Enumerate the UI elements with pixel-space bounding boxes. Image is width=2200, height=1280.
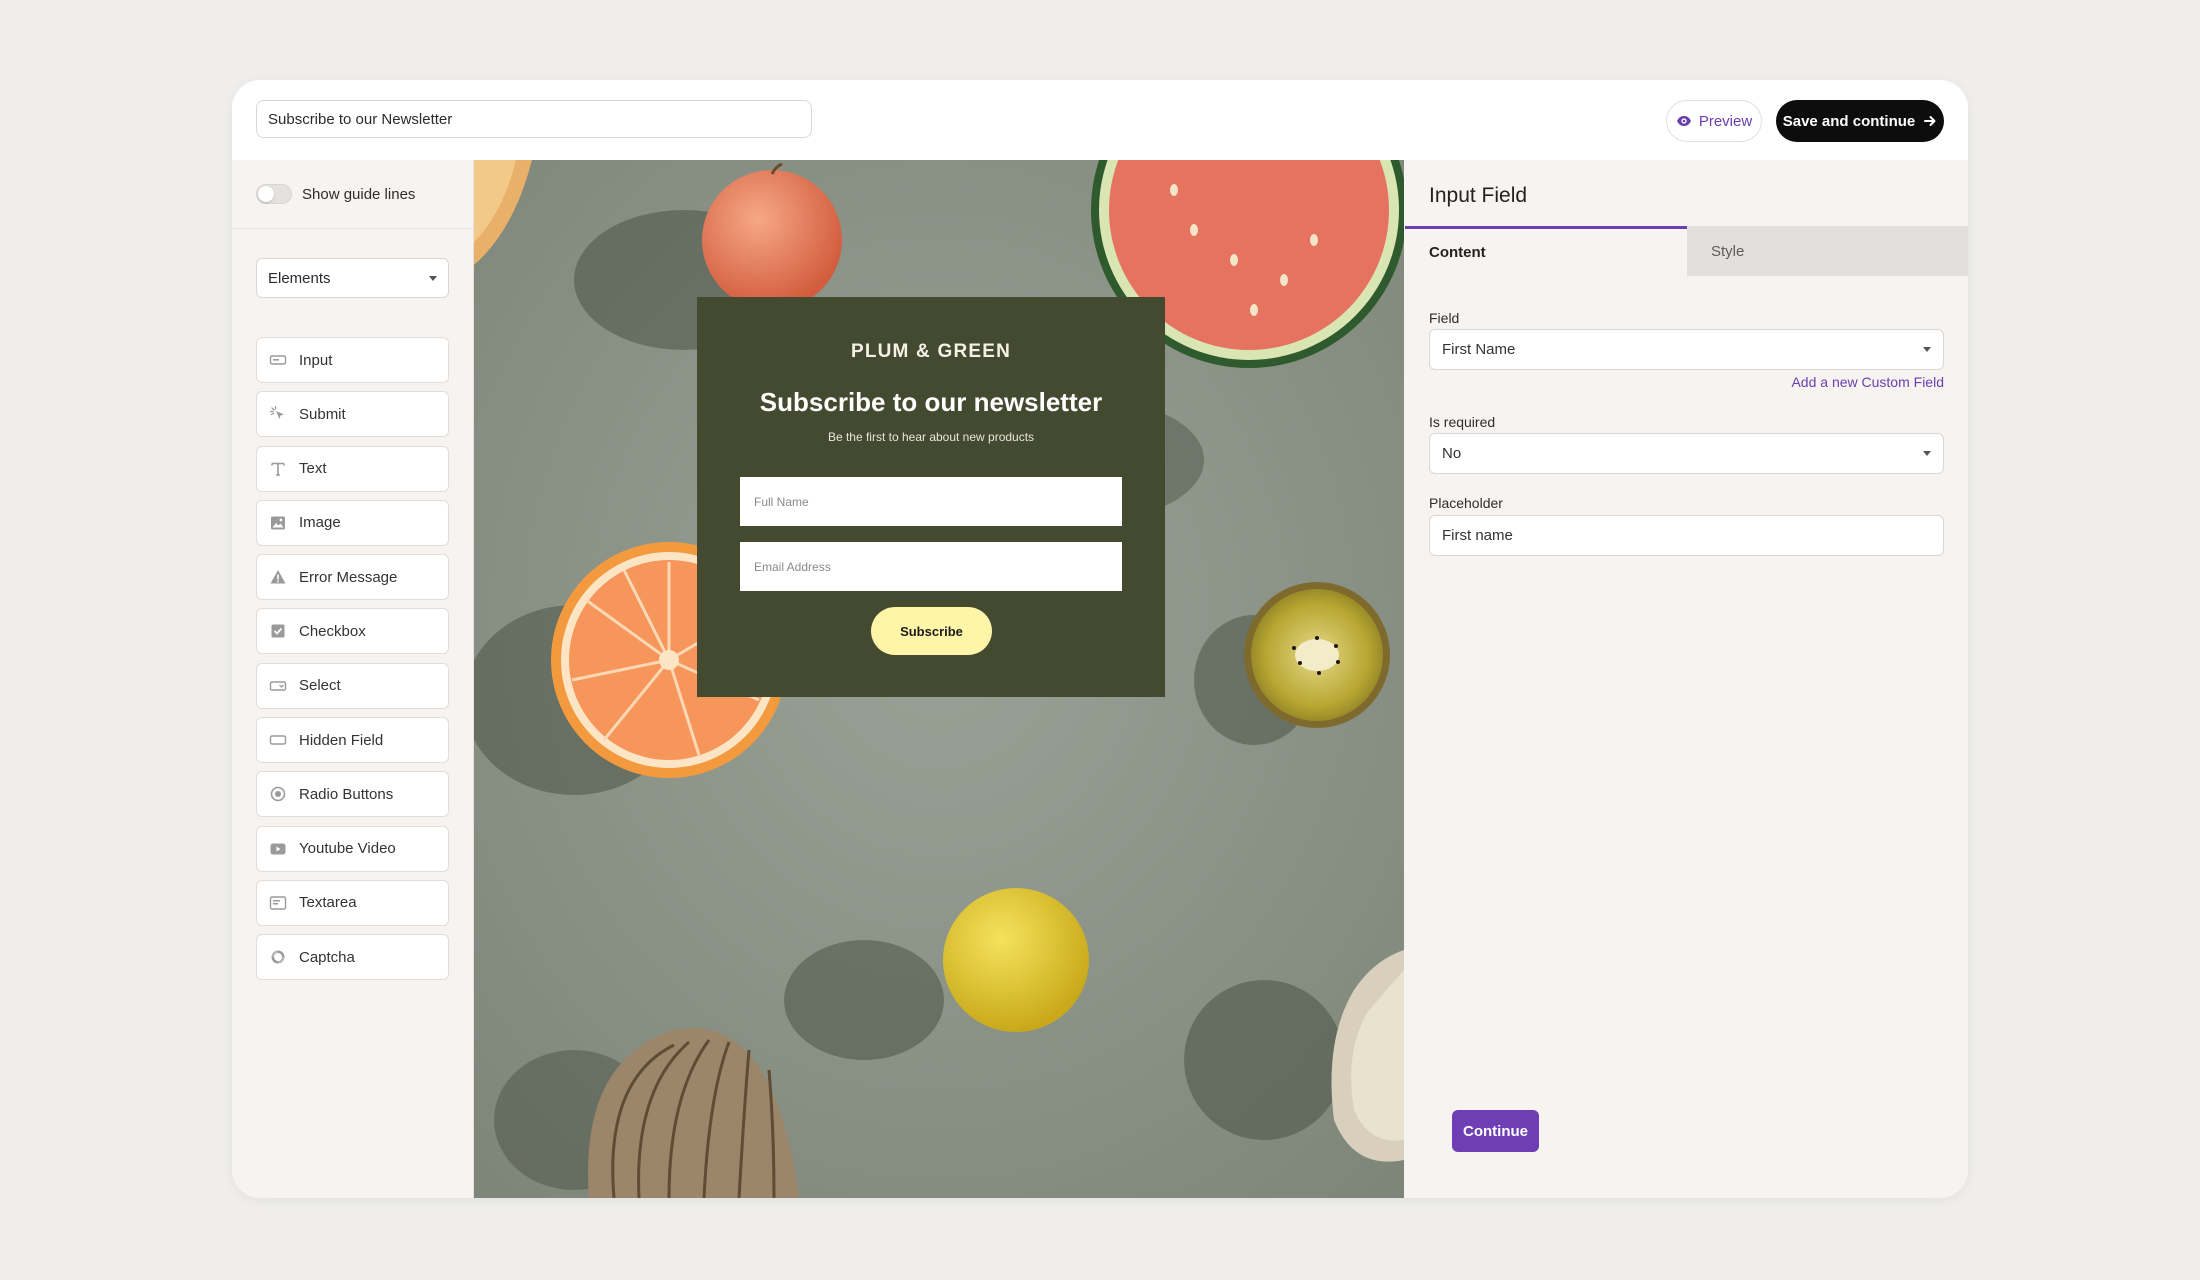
text-icon: [269, 460, 287, 478]
elements-dropdown[interactable]: Elements: [256, 258, 449, 298]
add-custom-field-link[interactable]: Add a new Custom Field: [1791, 374, 1944, 390]
newsletter-subtitle: Be the first to hear about new products: [827, 430, 1035, 444]
save-and-continue-button[interactable]: Save and continue: [1776, 100, 1944, 142]
field-label: Field: [1429, 310, 1460, 326]
element-captcha[interactable]: Captcha: [256, 934, 449, 981]
element-label: Text: [299, 460, 327, 478]
caret-down-icon: [1923, 451, 1931, 456]
placeholder-input[interactable]: [1429, 515, 1944, 556]
top-bar: Preview Save and continue: [232, 80, 1968, 161]
guide-lines-toggle[interactable]: [256, 184, 292, 204]
element-radio-buttons[interactable]: Radio Buttons: [256, 771, 449, 818]
caret-down-icon: [1923, 347, 1931, 352]
sidebar-divider: [232, 228, 473, 229]
element-textarea[interactable]: Textarea: [256, 879, 449, 926]
element-label: Select: [299, 677, 341, 695]
subscribe-button[interactable]: Subscribe: [871, 607, 992, 655]
is-required-value: No: [1442, 445, 1462, 462]
hidden-field-icon: [269, 731, 287, 749]
tab-style[interactable]: Style: [1687, 226, 1968, 276]
checkbox-icon: [269, 622, 287, 640]
preview-label: Preview: [1698, 112, 1753, 130]
cursor-click-icon: [269, 405, 287, 423]
continue-button[interactable]: Continue: [1452, 1110, 1539, 1152]
is-required-select[interactable]: No: [1429, 433, 1944, 474]
save-label: Save and continue: [1782, 112, 1916, 130]
element-label: Input: [299, 351, 333, 369]
input-icon: [269, 351, 287, 369]
field-select[interactable]: First Name: [1429, 329, 1944, 370]
element-checkbox[interactable]: Checkbox: [256, 608, 449, 655]
element-label: Image: [299, 514, 341, 532]
element-label: Youtube Video: [299, 840, 396, 858]
caret-down-icon: [429, 275, 437, 281]
element-label: Radio Buttons: [299, 785, 394, 803]
element-label: Checkbox: [299, 622, 366, 640]
warning-icon: [269, 568, 287, 586]
form-builder-window: Preview Save and continue Show guide lin…: [232, 80, 1968, 1198]
guide-lines-row: Show guide lines: [256, 182, 415, 206]
is-required-label: Is required: [1429, 414, 1496, 430]
element-label: Error Message: [299, 568, 398, 586]
field-select-value: First Name: [1442, 341, 1516, 358]
element-label: Textarea: [299, 894, 357, 912]
tab-content[interactable]: Content: [1405, 226, 1687, 276]
full-name-input[interactable]: [740, 477, 1122, 526]
form-title-input[interactable]: [256, 100, 812, 138]
arrow-right-icon: [1923, 114, 1937, 128]
form-canvas: PLUM & GREEN Subscribe to our newsletter…: [474, 160, 1404, 1198]
elements-sidebar: Show guide lines Elements Input Submit T…: [232, 160, 474, 1198]
newsletter-title: Subscribe to our newsletter: [759, 387, 1103, 417]
element-hidden-field[interactable]: Hidden Field: [256, 717, 449, 764]
element-label: Captcha: [299, 948, 355, 966]
preview-button[interactable]: Preview: [1666, 100, 1762, 142]
element-image[interactable]: Image: [256, 499, 449, 546]
element-error-message[interactable]: Error Message: [256, 554, 449, 601]
video-icon: [269, 840, 287, 858]
textarea-icon: [269, 894, 287, 912]
properties-panel: Input Field Content Style Field First Na…: [1405, 160, 1968, 1198]
toggle-knob: [258, 186, 274, 202]
brand-logo-text: PLUM & GREEN: [850, 341, 1012, 362]
placeholder-label: Placeholder: [1429, 495, 1503, 511]
captcha-icon: [269, 948, 287, 966]
element-youtube-video[interactable]: Youtube Video: [256, 825, 449, 872]
element-label: Hidden Field: [299, 731, 384, 749]
panel-title: Input Field: [1429, 184, 1528, 207]
email-address-input[interactable]: [740, 542, 1122, 591]
element-submit[interactable]: Submit: [256, 391, 449, 438]
eye-icon: [1676, 113, 1692, 129]
element-text[interactable]: Text: [256, 445, 449, 492]
element-select[interactable]: Select: [256, 662, 449, 709]
guide-lines-label: Show guide lines: [302, 185, 416, 203]
element-label: Submit: [299, 405, 346, 423]
element-input[interactable]: Input: [256, 337, 449, 383]
radio-icon: [269, 785, 287, 803]
select-icon: [269, 677, 287, 695]
newsletter-form-card: PLUM & GREEN Subscribe to our newsletter…: [697, 297, 1165, 697]
image-icon: [269, 514, 287, 532]
elements-dropdown-value: Elements: [268, 269, 331, 287]
element-list: Input Submit Text Image Error Message Ch…: [256, 337, 449, 989]
